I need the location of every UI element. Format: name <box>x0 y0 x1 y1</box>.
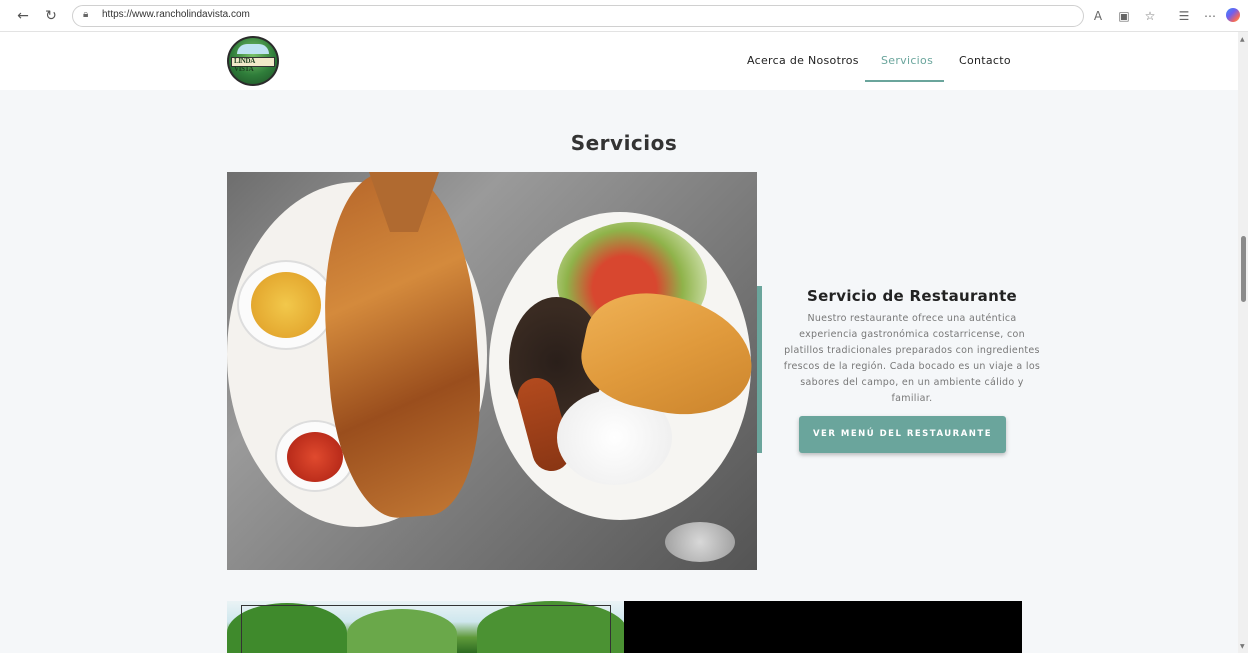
accent-bar <box>757 286 762 453</box>
copilot-icon[interactable] <box>1226 8 1240 22</box>
logo-text: LINDA VISTA <box>234 57 255 73</box>
view-menu-button[interactable]: VER MENÚ DEL RESTAURANTE <box>799 416 1006 453</box>
address-bar[interactable]: 🔒︎ https://www.rancholindavista.com <box>72 5 1084 27</box>
scroll-up-icon[interactable]: ▲ <box>1240 36 1245 43</box>
reader-view-icon[interactable]: ▣ <box>1116 8 1132 24</box>
nav-link-servicios[interactable]: Servicios <box>881 54 933 67</box>
bowl-picadillo <box>237 260 335 350</box>
section-title: Servicios <box>570 131 678 155</box>
back-icon[interactable]: ← <box>14 7 32 25</box>
scroll-down-icon[interactable]: ▼ <box>1240 643 1245 650</box>
ranch-landscape-photo <box>227 601 624 653</box>
address-url[interactable]: https://www.rancholindavista.com <box>102 9 250 20</box>
video-player[interactable] <box>624 601 1022 653</box>
page-scrollbar[interactable] <box>1238 32 1248 653</box>
nav-link-acerca[interactable]: Acerca de Nosotros <box>747 54 859 67</box>
read-aloud-icon[interactable]: A <box>1090 8 1106 24</box>
lock-icon[interactable]: 🔒︎ <box>83 9 93 22</box>
refresh-icon[interactable]: ↻ <box>42 7 60 25</box>
more-menu-icon[interactable]: ⋯ <box>1202 8 1218 24</box>
service-title: Servicio de Restaurante <box>806 287 1018 305</box>
logo-sky <box>237 44 269 54</box>
nav-link-contacto[interactable]: Contacto <box>959 54 1011 67</box>
restaurant-photo <box>227 172 757 570</box>
metal-cup <box>665 522 735 562</box>
scroll-thumb[interactable] <box>1241 236 1246 302</box>
favorite-star-icon[interactable]: ☆ <box>1142 8 1158 24</box>
browser-toolbar: ← ↻ 🔒︎ https://www.rancholindavista.com … <box>0 0 1248 32</box>
active-nav-indicator <box>865 80 944 82</box>
site-logo[interactable]: LINDA VISTA <box>227 36 279 86</box>
logo-band: LINDA VISTA <box>231 57 275 73</box>
site-header <box>0 32 1238 90</box>
favorites-bar-icon[interactable]: ☰ <box>1176 8 1192 24</box>
service-description: Nuestro restaurante ofrece una auténtica… <box>783 313 1041 404</box>
